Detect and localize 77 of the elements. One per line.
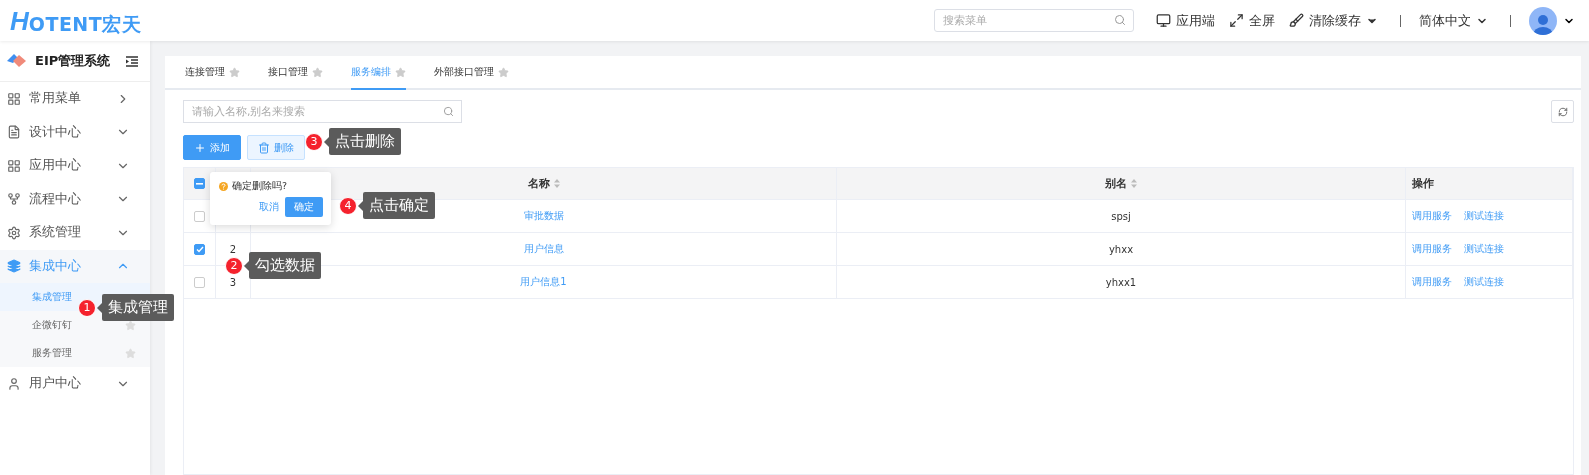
- header-action[interactable]: 清除缓存: [1289, 11, 1378, 30]
- menu-icon: [7, 125, 21, 140]
- column-header: 操作: [1406, 168, 1573, 199]
- tab[interactable]: 连接管理: [185, 56, 240, 90]
- tooltip-pointer: [97, 302, 102, 313]
- plus-icon: [194, 141, 206, 154]
- star-icon[interactable]: [312, 66, 323, 78]
- sort-icon[interactable]: [1131, 179, 1137, 188]
- table-cell: yhxx: [837, 233, 1406, 265]
- step-tooltip: 勾选数据: [249, 252, 321, 279]
- action-link[interactable]: 测试连接: [1464, 242, 1504, 256]
- action-icon: [1156, 13, 1171, 28]
- add-button[interactable]: 添加: [183, 135, 241, 160]
- system-title: EIP管理系统: [35, 52, 112, 70]
- sort-icon[interactable]: [553, 179, 560, 188]
- star-icon[interactable]: [125, 347, 136, 359]
- sidebar-item[interactable]: 流程中心: [0, 182, 150, 216]
- action-link[interactable]: 调用服务: [1412, 242, 1452, 256]
- cancel-button[interactable]: 取消: [259, 200, 279, 214]
- sidebar-item[interactable]: 设计中心: [0, 115, 150, 149]
- step-tooltip: 点击删除: [329, 128, 401, 155]
- table-cell: yhxx1: [837, 266, 1406, 298]
- dash-icon: [196, 182, 203, 185]
- table-cell: spsj: [837, 200, 1406, 232]
- checkbox[interactable]: [194, 243, 205, 255]
- refresh-icon: [1557, 106, 1568, 117]
- tab[interactable]: 接口管理: [268, 56, 323, 90]
- user-avatar[interactable]: [1529, 6, 1557, 35]
- language-select[interactable]: 简体中文: [1419, 11, 1488, 30]
- menu-icon: [7, 225, 21, 240]
- star-icon[interactable]: [395, 66, 406, 78]
- step-tooltip: 点击确定: [363, 192, 435, 219]
- refresh-button[interactable]: [1551, 100, 1574, 123]
- action-icon: [1289, 13, 1304, 28]
- sidebar-item[interactable]: 用户中心: [0, 367, 150, 401]
- collapse-menu-icon[interactable]: [126, 55, 138, 67]
- tooltip-pointer: [358, 200, 363, 211]
- action-icon: [1229, 13, 1244, 28]
- sidebar-item[interactable]: 应用中心: [0, 149, 150, 183]
- menu-icon: [7, 376, 21, 391]
- question-icon: [219, 182, 228, 191]
- header-action[interactable]: 全屏: [1229, 11, 1275, 30]
- star-icon[interactable]: [125, 319, 136, 331]
- action-link[interactable]: 测试连接: [1464, 275, 1504, 289]
- action-link[interactable]: 测试连接: [1464, 209, 1504, 223]
- action-link[interactable]: 调用服务: [1412, 275, 1452, 289]
- delete-button[interactable]: 删除: [247, 135, 305, 160]
- trash-icon: [258, 141, 270, 154]
- sidebar-item[interactable]: 集成中心: [0, 249, 150, 283]
- search-field[interactable]: 请输入名称,别名来搜索: [183, 100, 462, 123]
- search-icon: [1114, 14, 1126, 26]
- tab[interactable]: 服务编排: [351, 56, 406, 90]
- tooltip-pointer: [324, 136, 329, 147]
- star-icon[interactable]: [229, 66, 240, 78]
- submenu-item[interactable]: 服务管理: [0, 339, 150, 367]
- sidebar-item[interactable]: 系统管理: [0, 216, 150, 250]
- tooltip-pointer: [244, 260, 249, 271]
- search-icon: [443, 106, 454, 117]
- star-icon[interactable]: [498, 66, 509, 78]
- checkbox[interactable]: [194, 276, 205, 288]
- step-tooltip: 集成管理: [102, 294, 174, 321]
- column-header: 别名: [837, 168, 1406, 199]
- confirm-button[interactable]: 确定: [285, 197, 323, 217]
- action-link[interactable]: 调用服务: [1412, 209, 1452, 223]
- menu-icon: [7, 259, 21, 274]
- header-action[interactable]: 应用端: [1156, 11, 1215, 30]
- logo: HOTENT宏天: [10, 7, 142, 34]
- checkbox[interactable]: [194, 210, 205, 222]
- menu-icon: [7, 91, 21, 106]
- menu-icon: [7, 192, 21, 207]
- tab[interactable]: 外部接口管理: [434, 56, 509, 90]
- menu-icon: [7, 158, 21, 173]
- sidebar-item[interactable]: 常用菜单: [0, 82, 150, 116]
- checkbox[interactable]: [194, 178, 205, 189]
- diamond-logo-icon: [7, 53, 27, 69]
- menu-search-field[interactable]: 搜索菜单: [934, 9, 1134, 32]
- check-icon: [195, 245, 204, 253]
